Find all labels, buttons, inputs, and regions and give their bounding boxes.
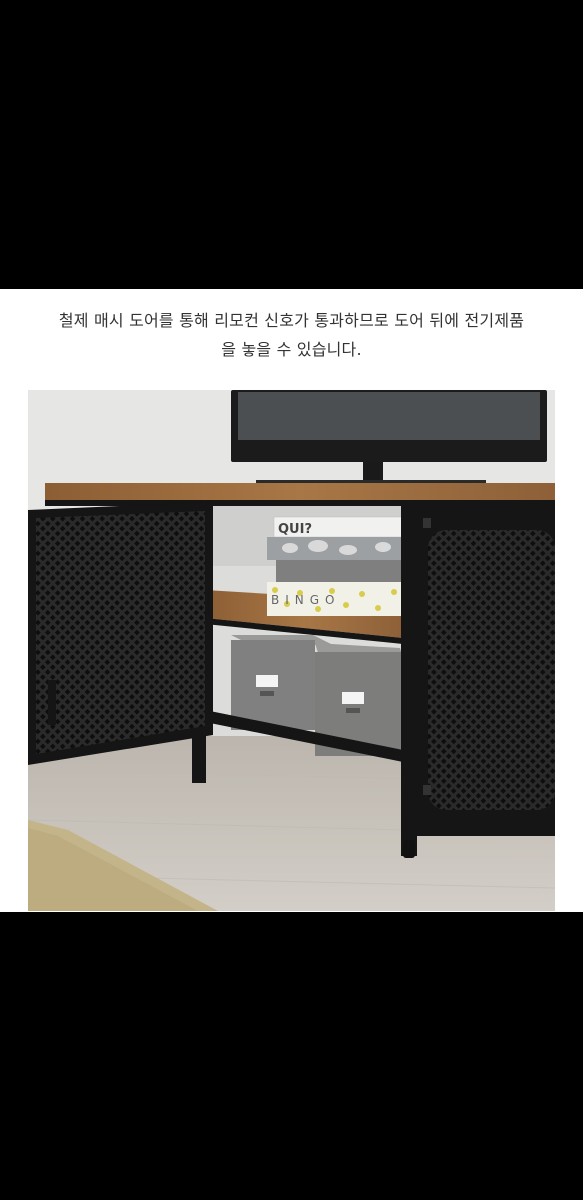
right-mesh-door xyxy=(417,506,555,836)
frame-post-right xyxy=(401,506,417,856)
box-label-qui: QUI? xyxy=(278,522,312,537)
content-panel: 철제 매시 도어를 통해 리모컨 신호가 통과하므로 도어 뒤에 전기제품 을 … xyxy=(0,289,583,912)
tv-bench-illustration: QUI? BINGO xyxy=(28,390,555,911)
left-mesh-door xyxy=(28,502,213,765)
box-label-bingo: BINGO xyxy=(271,593,341,607)
product-photo: QUI? BINGO xyxy=(28,390,555,911)
product-caption: 철제 매시 도어를 통해 리모컨 신호가 통과하므로 도어 뒤에 전기제품 을 … xyxy=(20,306,563,364)
bottom-black-band xyxy=(0,912,583,1200)
caption-line-1: 철제 매시 도어를 통해 리모컨 신호가 통과하므로 도어 뒤에 전기제품 xyxy=(58,311,525,330)
top-plate xyxy=(45,483,555,501)
stacked-boxes: QUI? BINGO xyxy=(267,516,405,616)
caption-line-2: 을 놓을 수 있습니다. xyxy=(221,340,362,359)
top-black-band xyxy=(0,0,583,289)
